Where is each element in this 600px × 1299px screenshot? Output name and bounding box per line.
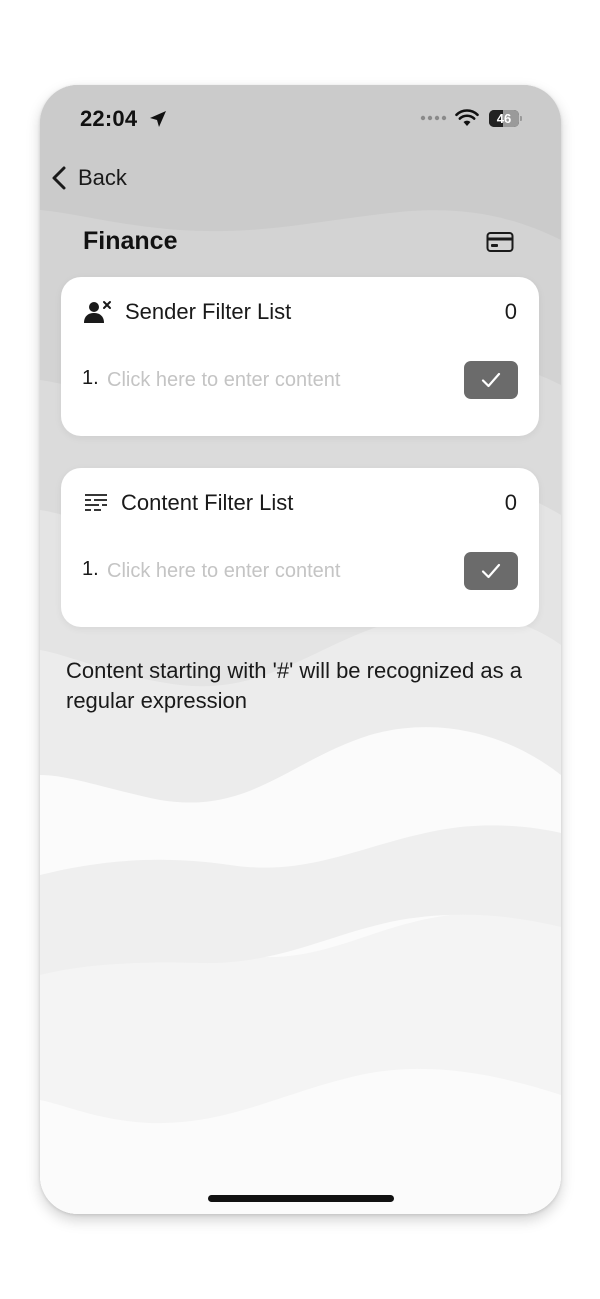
entry-index: 1. — [82, 558, 99, 580]
sender-confirm-button[interactable] — [464, 361, 518, 399]
content-filter-title: Content Filter List — [121, 490, 294, 515]
sender-filter-card: Sender Filter List 0 1. — [61, 277, 539, 436]
status-bar: 22:04 46 — [40, 85, 561, 155]
sender-filter-input[interactable] — [107, 363, 447, 397]
checkmark-icon — [481, 372, 501, 388]
battery-icon: 46 — [489, 110, 522, 127]
status-time: 22:04 — [80, 106, 138, 131]
battery-level: 46 — [496, 111, 512, 126]
entry-index: 1. — [82, 367, 99, 389]
sender-filter-header: Sender Filter List 0 — [61, 297, 539, 327]
content-filter-input[interactable] — [107, 554, 447, 588]
back-button[interactable]: Back — [50, 161, 127, 195]
sender-filter-count: 0 — [504, 299, 517, 324]
chevron-left-icon — [52, 166, 66, 190]
content-filter-entry: 1. — [61, 552, 539, 590]
text-lines-icon — [85, 494, 107, 511]
sender-filter-title: Sender Filter List — [125, 299, 292, 324]
credit-card-icon[interactable] — [486, 231, 514, 253]
content-confirm-button[interactable] — [464, 552, 518, 590]
signal-dots-icon — [420, 115, 447, 121]
content-filter-card: Content Filter List 0 1. — [61, 468, 539, 627]
checkmark-icon — [481, 563, 501, 579]
regex-hint-text: Content starting with '#' will be recogn… — [66, 658, 522, 713]
wifi-icon — [455, 109, 479, 126]
page-title: Finance — [83, 227, 178, 255]
home-indicator[interactable] — [208, 1195, 394, 1202]
sender-filter-entry: 1. — [61, 361, 539, 399]
content-filter-count: 0 — [504, 490, 517, 515]
person-remove-icon — [84, 301, 111, 323]
content-filter-header: Content Filter List 0 — [61, 488, 539, 518]
back-label: Back — [78, 165, 127, 190]
location-arrow-icon — [150, 111, 166, 127]
phone-screen: 22:04 46 Back Finance Sender Filter List… — [40, 85, 561, 1214]
